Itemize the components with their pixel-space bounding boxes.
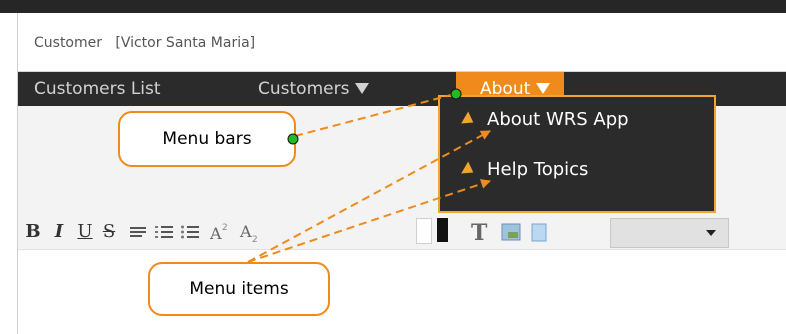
superscript-icon[interactable]: A2 (208, 221, 232, 243)
menu-item-help-topics[interactable]: Help Topics (440, 152, 714, 188)
about-dropdown-menu: About WRS App Help Topics (438, 95, 716, 213)
bold-button[interactable]: B (24, 221, 42, 243)
text-style-icon[interactable]: T (468, 221, 492, 243)
color-select[interactable] (610, 218, 729, 248)
menu-item-about-wrs-app[interactable]: About WRS App (440, 102, 714, 138)
callout-menu-items-label: Menu items (189, 279, 289, 299)
callout-menu-items: Menu items (148, 262, 330, 316)
callout-menu-bars: Menu bars (118, 111, 296, 167)
clipboard-icon[interactable] (528, 221, 550, 243)
strikethrough-button[interactable]: S (100, 221, 118, 243)
menu-item-help-topics-label: Help Topics (487, 159, 589, 180)
menu-customers-list-label: Customers List (34, 79, 161, 99)
ordered-list-icon[interactable] (154, 221, 174, 243)
subscript-icon[interactable]: A2 (238, 221, 262, 243)
font-color-icon[interactable] (437, 218, 448, 242)
image-icon[interactable] (500, 221, 522, 243)
window-titlebar: Customer [Victor Santa Maria] (18, 13, 786, 72)
highlight-color-icon[interactable] (416, 218, 432, 244)
callout-menu-bars-label: Menu bars (162, 129, 252, 149)
chevron-down-icon (706, 230, 716, 236)
menu-item-about-wrs-app-label: About WRS App (487, 109, 629, 130)
svg-text:2: 2 (222, 223, 228, 233)
chevron-down-icon (536, 83, 551, 94)
svg-text:A: A (209, 224, 222, 243)
align-left-icon[interactable] (128, 221, 148, 243)
menu-customers[interactable]: Customers (258, 72, 370, 106)
italic-button[interactable]: I (50, 221, 68, 243)
menu-customers-label: Customers (258, 79, 350, 99)
window-title: Customer [Victor Santa Maria] (34, 35, 256, 51)
svg-text:T: T (471, 221, 488, 243)
top-dark-bar (0, 0, 786, 13)
menu-customers-list[interactable]: Customers List (34, 72, 161, 106)
chevron-down-icon (355, 83, 370, 94)
editor-area[interactable] (18, 249, 786, 334)
unordered-list-icon[interactable] (180, 221, 200, 243)
arrow-right-icon (461, 111, 477, 129)
svg-text:2: 2 (252, 235, 258, 243)
svg-text:A: A (239, 222, 252, 241)
arrow-right-icon (461, 161, 477, 179)
screenshot-stage: Customer [Victor Santa Maria] Customers … (0, 0, 786, 334)
underline-button[interactable]: U (76, 221, 94, 243)
